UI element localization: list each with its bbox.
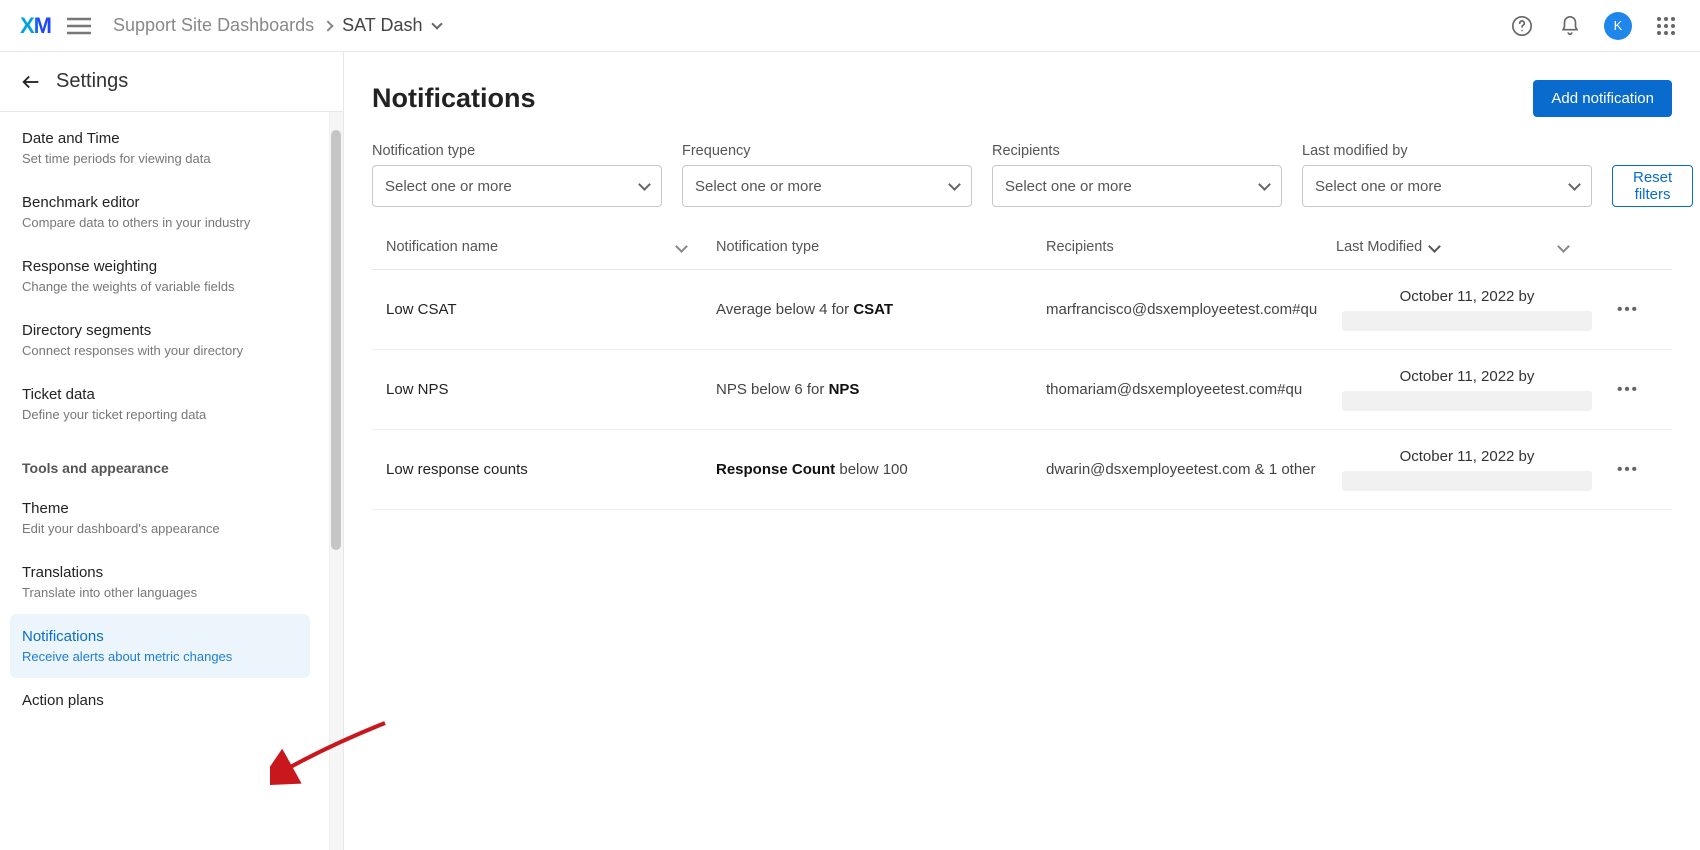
- chevron-down-icon: [948, 178, 961, 191]
- filter-bar: Notification type Select one or more Fre…: [372, 143, 1672, 207]
- filter-label-type: Notification type: [372, 143, 662, 159]
- sidebar-item-translations[interactable]: Translations Translate into other langua…: [0, 550, 320, 614]
- sidebar-item-theme[interactable]: Theme Edit your dashboard's appearance: [0, 486, 320, 550]
- col-header-type[interactable]: Notification type: [716, 239, 1046, 255]
- table-row[interactable]: Low CSAT Average below 4 for CSAT marfra…: [372, 270, 1672, 350]
- chevron-down-icon: [1258, 178, 1271, 191]
- arrow-down-icon: [1428, 240, 1441, 253]
- breadcrumb: Support Site Dashboards SAT Dash: [113, 15, 441, 36]
- sidebar-section-tools: Tools and appearance: [0, 436, 320, 486]
- col-header-recipients[interactable]: Recipients: [1046, 239, 1336, 255]
- breadcrumb-parent[interactable]: Support Site Dashboards: [113, 15, 314, 36]
- breadcrumb-current[interactable]: SAT Dash: [342, 15, 422, 36]
- add-notification-button[interactable]: Add notification: [1533, 80, 1672, 117]
- chevron-down-icon: [675, 240, 688, 253]
- chevron-down-icon: [638, 178, 651, 191]
- redacted-text: [1342, 391, 1592, 411]
- redacted-text: [1342, 471, 1592, 491]
- reset-filters-button[interactable]: Reset filters: [1612, 165, 1693, 207]
- filter-select-modified[interactable]: Select one or more: [1302, 165, 1592, 207]
- row-actions-button[interactable]: •••: [1598, 381, 1658, 398]
- sidebar-item-action-plans[interactable]: Action plans: [0, 678, 320, 717]
- chevron-right-icon: [322, 20, 333, 31]
- menu-icon[interactable]: [67, 17, 91, 35]
- settings-title: Settings: [56, 70, 128, 93]
- scrollbar-thumb[interactable]: [331, 130, 341, 550]
- page-title: Notifications: [372, 83, 536, 114]
- row-actions-button[interactable]: •••: [1598, 461, 1658, 478]
- avatar[interactable]: K: [1604, 12, 1632, 40]
- table-row[interactable]: Low NPS NPS below 6 for NPS thomariam@ds…: [372, 350, 1672, 430]
- sidebar-item-benchmark[interactable]: Benchmark editor Compare data to others …: [0, 180, 320, 244]
- table-header: Notification name Notification type Reci…: [372, 225, 1672, 270]
- main-content: Notifications Add notification Notificat…: [344, 52, 1700, 850]
- filter-label-recipients: Recipients: [992, 143, 1282, 159]
- sidebar-item-notifications[interactable]: Notifications Receive alerts about metri…: [10, 614, 310, 678]
- sidebar-item-date-time[interactable]: Date and Time Set time periods for viewi…: [0, 116, 320, 180]
- filter-label-modified: Last modified by: [1302, 143, 1592, 159]
- chevron-down-icon: [1557, 240, 1570, 253]
- col-header-name[interactable]: Notification name: [386, 239, 716, 255]
- sidebar-item-weighting[interactable]: Response weighting Change the weights of…: [0, 244, 320, 308]
- chevron-down-icon[interactable]: [431, 18, 442, 29]
- row-actions-button[interactable]: •••: [1598, 301, 1658, 318]
- settings-back[interactable]: Settings: [0, 52, 343, 112]
- filter-select-recipients[interactable]: Select one or more: [992, 165, 1282, 207]
- bell-icon[interactable]: [1556, 12, 1584, 40]
- sidebar-item-directory[interactable]: Directory segments Connect responses wit…: [0, 308, 320, 372]
- top-bar: XM Support Site Dashboards SAT Dash K: [0, 0, 1700, 52]
- filter-label-frequency: Frequency: [682, 143, 972, 159]
- col-header-modified[interactable]: Last Modified: [1336, 239, 1598, 255]
- notifications-table: Notification name Notification type Reci…: [372, 225, 1672, 510]
- chevron-down-icon: [1568, 178, 1581, 191]
- filter-select-frequency[interactable]: Select one or more: [682, 165, 972, 207]
- help-icon[interactable]: [1508, 12, 1536, 40]
- redacted-text: [1342, 311, 1592, 331]
- apps-grid-icon[interactable]: [1652, 12, 1680, 40]
- brand-logo[interactable]: XM: [20, 13, 51, 39]
- filter-select-type[interactable]: Select one or more: [372, 165, 662, 207]
- sidebar-item-ticket[interactable]: Ticket data Define your ticket reporting…: [0, 372, 320, 436]
- table-row[interactable]: Low response counts Response Count below…: [372, 430, 1672, 510]
- sidebar: Settings Date and Time Set time periods …: [0, 52, 344, 850]
